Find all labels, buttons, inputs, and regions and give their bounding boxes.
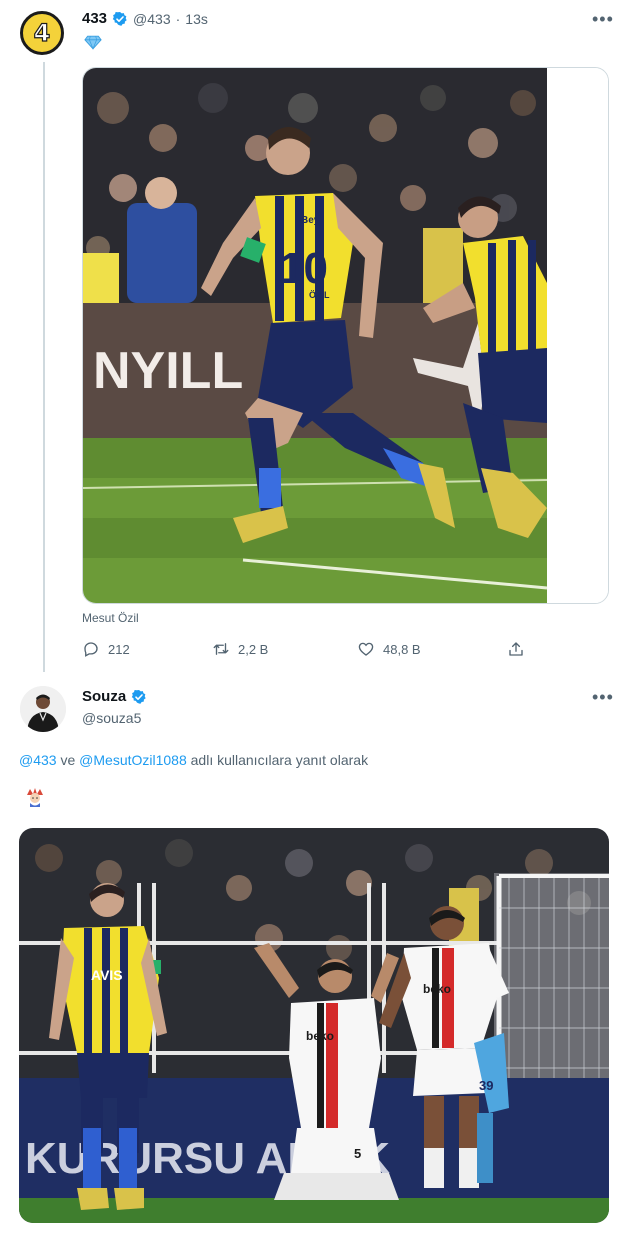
tweet1-media[interactable]: NYILL 10 Bey ÖZIL	[82, 67, 609, 604]
thread-connector-line	[43, 62, 45, 672]
share-action[interactable]	[507, 638, 533, 660]
tweet1-timestamp[interactable]: 13s	[185, 11, 208, 27]
avatar-photo	[20, 686, 66, 732]
tweet2-handle[interactable]: @souza5	[82, 710, 141, 726]
reply-action[interactable]: 212	[82, 638, 130, 660]
replying-to-line: @433 ve @MesutOzil1088 adlı kullanıcılar…	[19, 752, 368, 768]
avatar-souza[interactable]	[20, 686, 66, 732]
jersey-name: ÖZIL	[309, 290, 330, 300]
tweet1-display-name[interactable]: 433	[82, 10, 107, 27]
avatar-433[interactable]: 4	[20, 11, 64, 55]
retweet-icon	[213, 643, 229, 655]
svg-text:39: 39	[479, 1078, 493, 1093]
reply-joiner: ve	[60, 752, 76, 768]
media-caption: Mesut Özil	[82, 611, 139, 625]
like-action[interactable]: 48,8 B	[357, 638, 421, 660]
reply-count: 212	[108, 641, 130, 657]
jersey-number: 10	[279, 244, 328, 293]
separator-dot: ·	[175, 10, 181, 27]
avatar-text: 4	[33, 18, 51, 47]
shorts-number: 5	[354, 1146, 361, 1161]
diamond-emoji-icon	[84, 35, 102, 50]
jester-emoji-icon	[27, 788, 43, 807]
tweet2-display-name[interactable]: Souza	[82, 688, 126, 705]
reply-icon	[84, 642, 98, 657]
heart-icon	[358, 642, 374, 656]
mention-mesutozil[interactable]: @MesutOzil1088	[79, 752, 187, 768]
board-text: NYILL	[93, 342, 243, 400]
reply-suffix: adlı kullanıcılara yanıt olarak	[190, 752, 369, 768]
verified-badge-icon	[131, 689, 146, 704]
like-count: 48,8 B	[383, 641, 421, 657]
sponsor-left: AVIS	[91, 967, 123, 983]
verified-badge-icon	[112, 11, 127, 26]
sponsor-center: beko	[306, 1029, 334, 1043]
svg-text:Bey: Bey	[301, 215, 320, 226]
tweet2-header: Souza	[82, 688, 147, 705]
tweet2-photo: KURURSU ARTIK AVIS beko 5 beko 39	[19, 828, 609, 1223]
more-options-icon[interactable]: •••	[592, 10, 614, 28]
svg-text:beko: beko	[423, 982, 451, 996]
tweet1-photo: NYILL 10 Bey ÖZIL	[83, 68, 608, 603]
more-options-icon[interactable]: •••	[592, 688, 614, 706]
retweet-count: 2,2 B	[238, 641, 269, 657]
tweet1-header: 433 @433 · 13s	[82, 10, 208, 27]
share-icon	[509, 642, 523, 656]
tweet1-handle[interactable]: @433	[133, 11, 171, 27]
retweet-action[interactable]: 2,2 B	[212, 638, 268, 660]
mention-433[interactable]: @433	[19, 752, 57, 768]
tweet2-media[interactable]: KURURSU ARTIK AVIS beko 5 beko 39	[19, 828, 609, 1223]
